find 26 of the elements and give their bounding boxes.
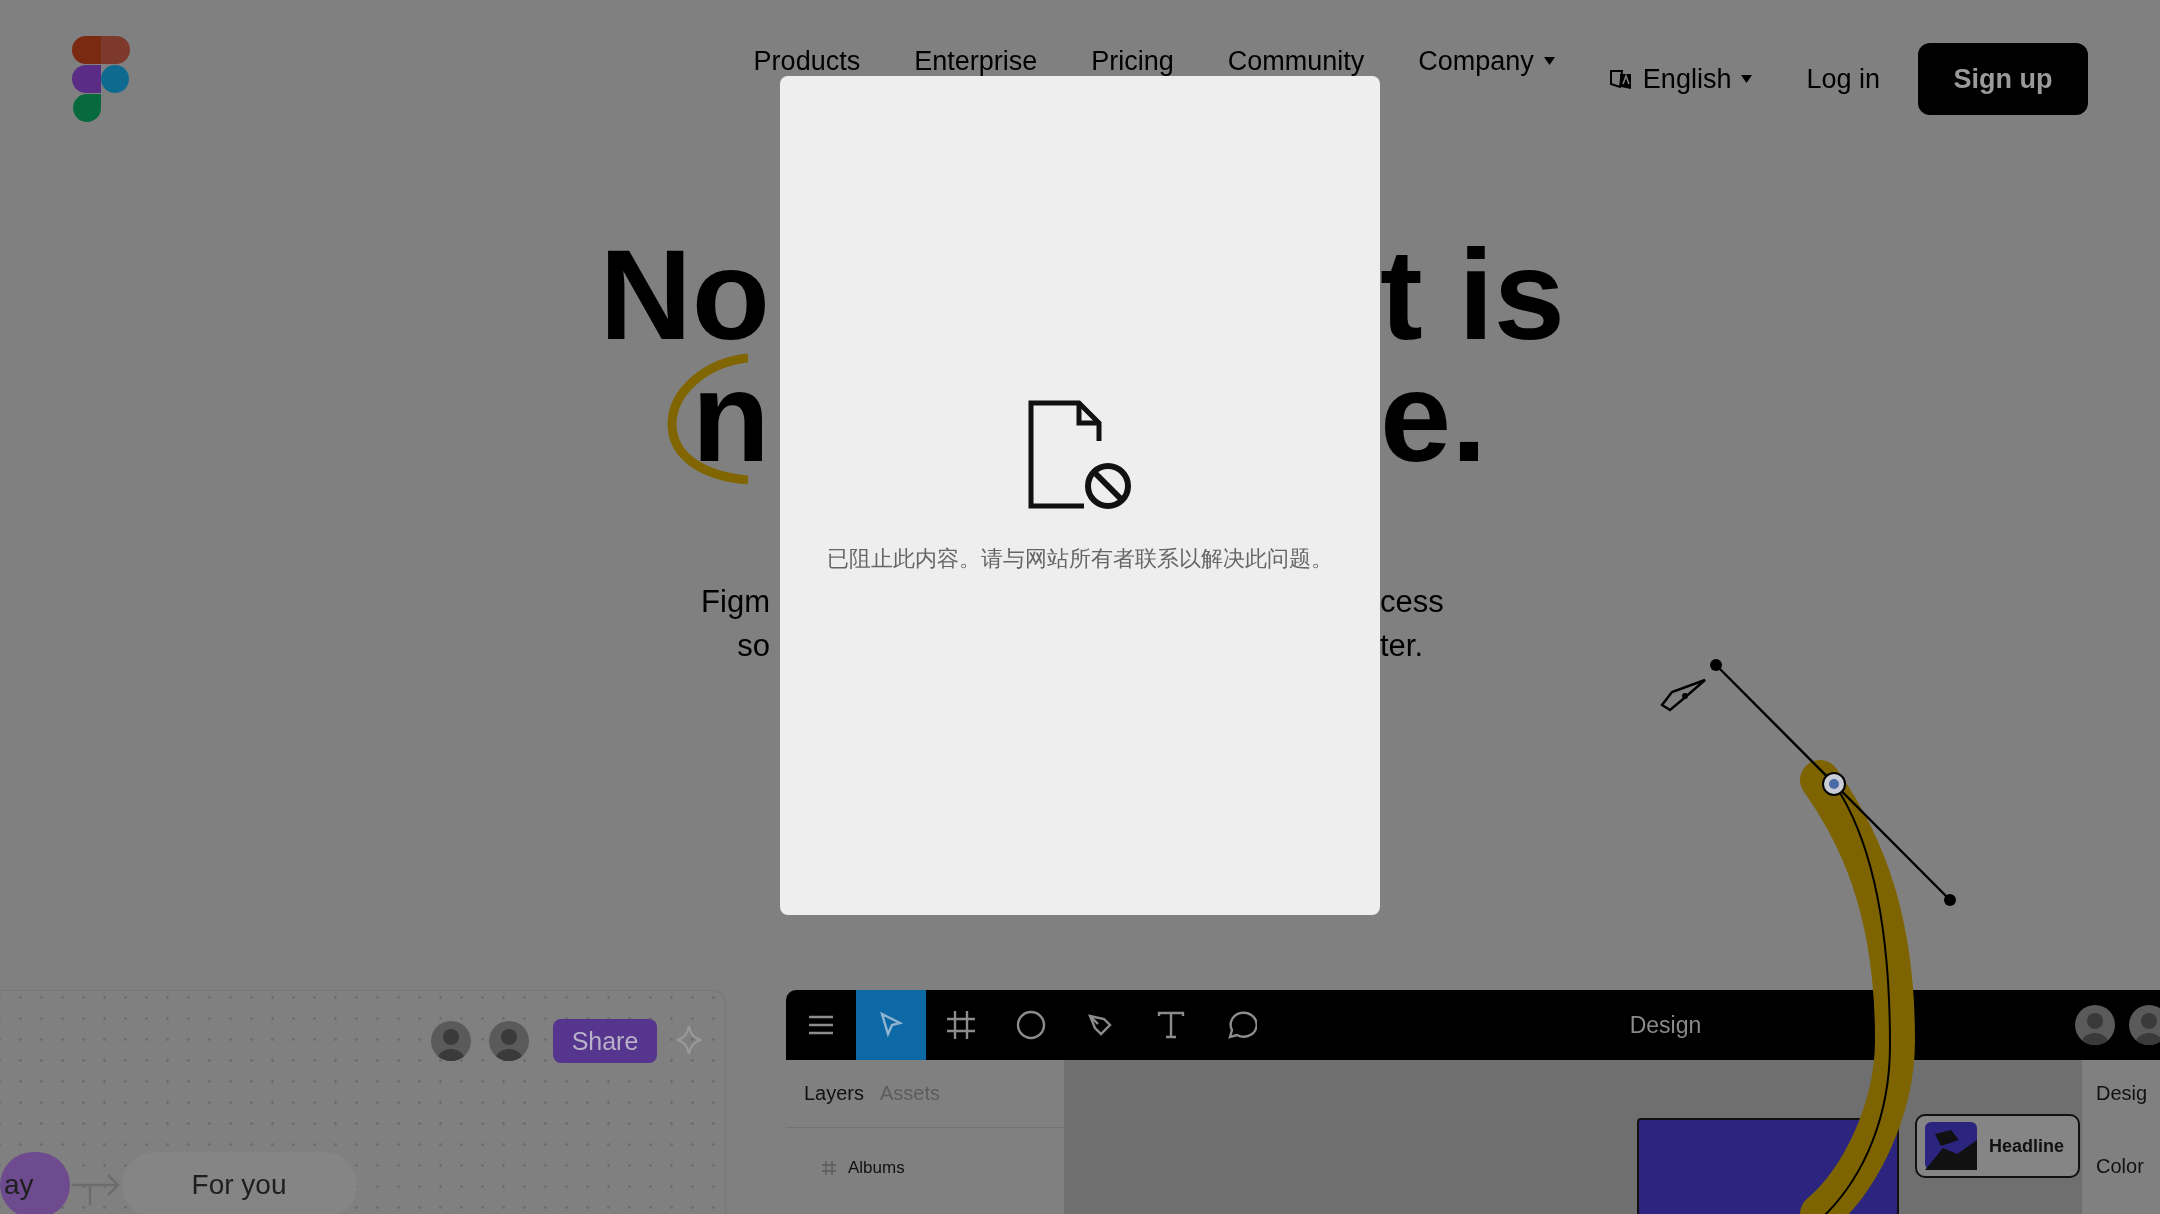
body-text-fragment: Figm xyxy=(701,583,770,621)
headline-fragment: e. xyxy=(1380,356,1487,478)
nav-link[interactable]: Products xyxy=(753,45,861,77)
body-text-fragment: cess xyxy=(1380,583,1444,621)
language-selector[interactable]: English xyxy=(1608,63,1753,95)
panel-title: Desig xyxy=(2096,1082,2149,1105)
layer-name[interactable]: Albums xyxy=(848,1158,905,1178)
nav-link[interactable]: Enterprise xyxy=(914,45,1038,77)
blocked-message: 已阻止此内容。请与网站所有者联系以解决此问题。 xyxy=(827,545,1333,573)
signup-button[interactable]: Sign up xyxy=(1918,43,2088,115)
section-label: Color xyxy=(2096,1155,2145,1178)
headline-fragment: No xyxy=(599,234,770,356)
headline-fragment: n xyxy=(691,356,770,478)
body-text-fragment: so xyxy=(737,627,770,665)
nav-link[interactable]: Company xyxy=(1418,45,1555,77)
flow-pill: For you xyxy=(121,1152,357,1214)
nav-link[interactable]: Community xyxy=(1227,45,1365,77)
share-button[interactable]: Share xyxy=(553,1019,657,1063)
body-text-fragment: ter. xyxy=(1380,627,1424,665)
panel-tab[interactable]: Layers xyxy=(804,1082,865,1105)
login-link[interactable]: Log in xyxy=(1806,63,1880,95)
nav-link[interactable]: Pricing xyxy=(1091,45,1174,77)
flow-pill: ay xyxy=(0,1152,70,1214)
editor-title: Design xyxy=(1629,1011,1702,1039)
component-label: Headline xyxy=(1989,1135,2065,1157)
headline-fragment: t is xyxy=(1380,234,1565,356)
